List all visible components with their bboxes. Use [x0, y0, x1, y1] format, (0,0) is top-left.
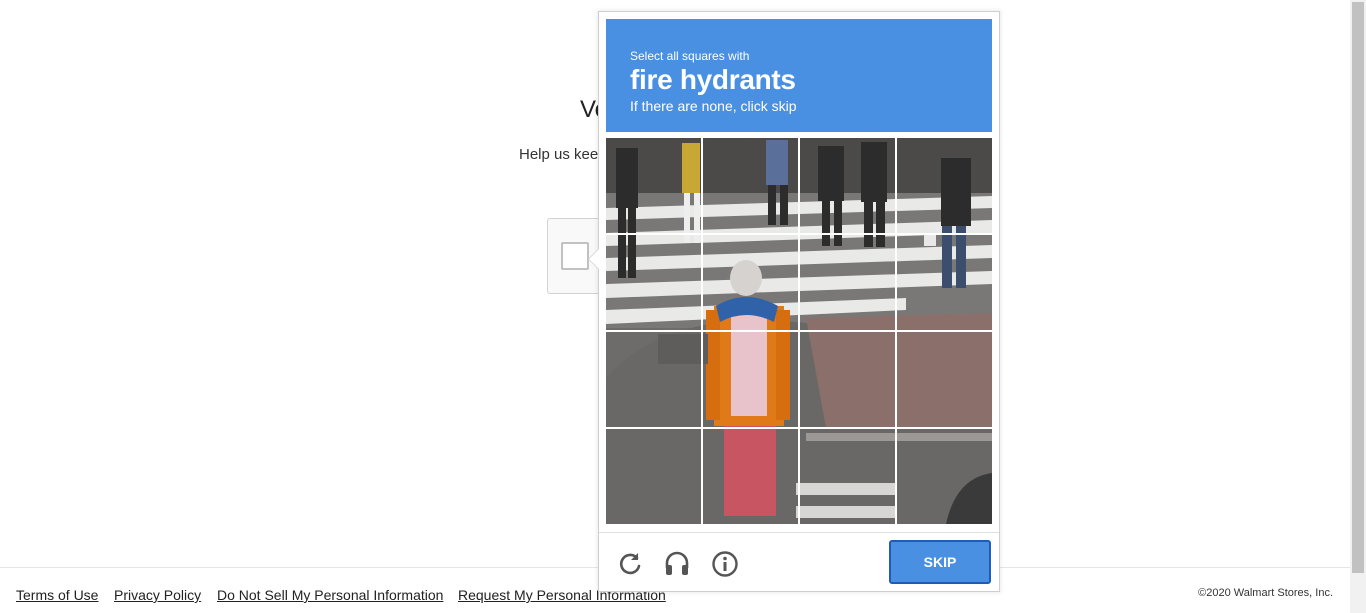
- tile-image: [606, 138, 701, 233]
- image-tile[interactable]: [703, 332, 798, 427]
- prompt-intro: Select all squares with: [630, 49, 750, 63]
- skip-button[interactable]: SKIP: [889, 540, 991, 584]
- audio-icon[interactable]: [663, 550, 691, 578]
- image-tile-grid: [606, 138, 992, 524]
- tile-image: [800, 332, 895, 427]
- tile-image: [897, 138, 992, 233]
- image-tile[interactable]: [897, 235, 992, 330]
- captcha-challenge-popup: Select all squares with fire hydrants If…: [588, 11, 1000, 592]
- controls-divider: [599, 532, 999, 533]
- tile-image: [703, 332, 798, 427]
- image-tile[interactable]: [606, 429, 701, 524]
- tile-image: [800, 235, 895, 330]
- image-tile[interactable]: [800, 235, 895, 330]
- scrollbar-thumb[interactable]: [1352, 2, 1364, 573]
- image-tile[interactable]: [606, 332, 701, 427]
- image-tile[interactable]: [897, 138, 992, 233]
- image-tile[interactable]: [800, 429, 895, 524]
- image-tile[interactable]: [703, 429, 798, 524]
- page-scrollbar[interactable]: [1350, 0, 1366, 613]
- image-tile[interactable]: [703, 235, 798, 330]
- reload-icon[interactable]: [616, 550, 644, 578]
- tile-image: [703, 138, 798, 233]
- tile-image: [606, 332, 701, 427]
- challenge-prompt-header: Select all squares with fire hydrants If…: [606, 19, 992, 132]
- image-tile[interactable]: [800, 138, 895, 233]
- prompt-target: fire hydrants: [630, 64, 796, 95]
- popup-arrow-inner: [589, 249, 599, 269]
- footer-link-privacy[interactable]: Privacy Policy: [114, 587, 201, 603]
- image-tile[interactable]: [703, 138, 798, 233]
- footer-link-terms[interactable]: Terms of Use: [16, 587, 98, 603]
- tile-image: [800, 429, 895, 524]
- tile-image: [703, 429, 798, 524]
- tile-image: [703, 235, 798, 330]
- image-tile[interactable]: [897, 332, 992, 427]
- image-tile[interactable]: [606, 138, 701, 233]
- image-tile[interactable]: [800, 332, 895, 427]
- image-tile[interactable]: [606, 235, 701, 330]
- tile-image: [606, 429, 701, 524]
- image-tile[interactable]: [897, 429, 992, 524]
- tile-image: [606, 235, 701, 330]
- tile-image: [897, 332, 992, 427]
- captcha-checkbox[interactable]: [561, 242, 589, 270]
- tile-image: [897, 235, 992, 330]
- prompt-hint: If there are none, click skip: [630, 98, 797, 114]
- page-subtext: Help us kee: [519, 146, 599, 163]
- info-icon[interactable]: [711, 550, 739, 578]
- copyright: ©2020 Walmart Stores, Inc.: [1198, 587, 1333, 599]
- tile-image: [800, 138, 895, 233]
- tile-image: [897, 429, 992, 524]
- footer-link-do-not-sell[interactable]: Do Not Sell My Personal Information: [217, 587, 443, 603]
